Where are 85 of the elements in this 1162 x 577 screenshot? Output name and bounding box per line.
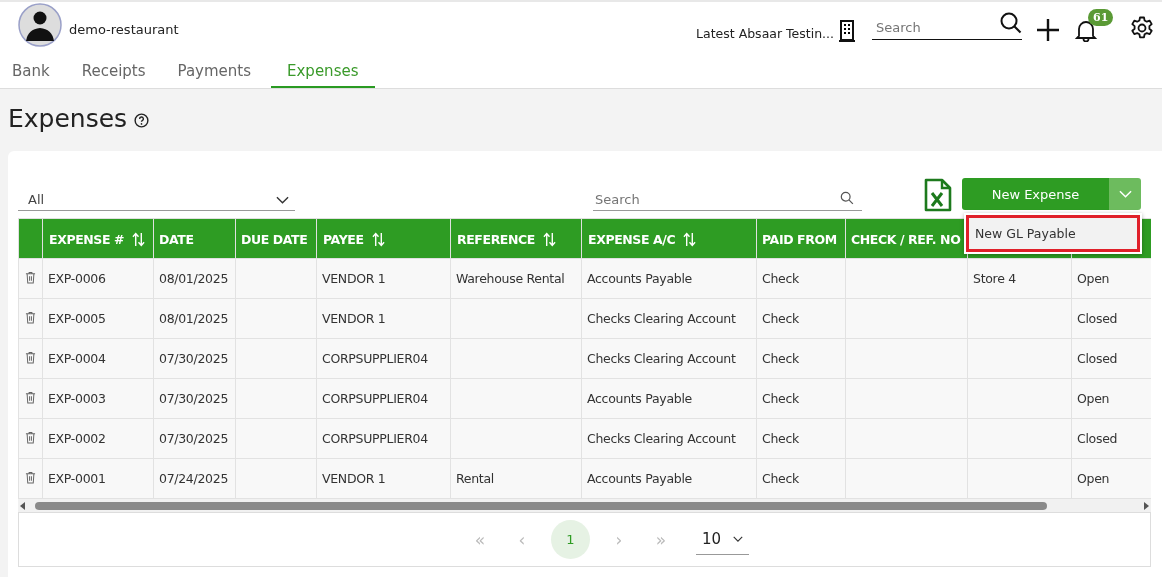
table-cell: Checks Clearing Account (587, 311, 736, 326)
sort-icon[interactable] (543, 231, 556, 247)
last-page-button[interactable]: » (647, 528, 675, 551)
building-icon[interactable] (838, 20, 856, 42)
search-field[interactable]: Search (872, 16, 1022, 40)
table-cell: Store 4 (973, 271, 1016, 286)
table-cell: VENDOR 1 (322, 471, 386, 486)
table-cell: 07/30/2025 (159, 431, 229, 446)
delete-icon[interactable] (25, 390, 36, 404)
table-cell: EXP-0001 (48, 471, 106, 486)
notification-badge: 61 (1088, 9, 1114, 26)
filter-dropdown[interactable]: All (18, 189, 295, 211)
next-page-button[interactable]: › (605, 528, 633, 551)
table-cell: 08/01/2025 (159, 311, 229, 326)
table-cell: Check (762, 311, 799, 326)
delete-icon[interactable] (25, 310, 36, 324)
column-header[interactable]: CHECK / REF. NO (845, 218, 968, 259)
tab[interactable]: Bank (0, 55, 62, 88)
table-cell: VENDOR 1 (322, 311, 386, 326)
column-header[interactable]: EXPENSE A/C (581, 218, 757, 259)
table-cell: Accounts Payable (587, 471, 692, 486)
location-name[interactable]: Latest Absaar Testin... (696, 26, 834, 41)
table-cell: 07/30/2025 (159, 351, 229, 366)
add-icon[interactable] (1036, 18, 1060, 42)
table-cell: Warehouse Rental (456, 271, 565, 286)
column-header[interactable]: PAID FROM (756, 218, 846, 259)
excel-export-icon[interactable] (924, 178, 952, 212)
table-cell: 08/01/2025 (159, 271, 229, 286)
table-cell: EXP-0004 (48, 351, 106, 366)
table-cell: Open (1077, 471, 1110, 486)
caret-icon (276, 195, 289, 204)
table-cell: 07/24/2025 (159, 471, 229, 486)
table-cell: Check (762, 431, 799, 446)
previous-page-button[interactable]: ‹ (508, 528, 536, 551)
table-cell: Checks Clearing Account (587, 351, 736, 366)
table-cell: Open (1077, 271, 1110, 286)
table-cell: Rental (456, 471, 494, 486)
table-cell: Checks Clearing Account (587, 431, 736, 446)
page-title: Expenses (8, 103, 128, 133)
table-cell: Accounts Payable (587, 271, 692, 286)
delete-icon[interactable] (25, 350, 36, 364)
table-cell: CORPSUPPLIER04 (322, 431, 428, 446)
avatar (18, 3, 62, 47)
company-name: demo-restaurant (69, 22, 179, 37)
table-cell: Check (762, 351, 799, 366)
sort-icon[interactable] (683, 231, 697, 247)
tab[interactable]: Payments (165, 55, 263, 88)
help-icon[interactable] (134, 112, 150, 128)
table-cell: EXP-0003 (48, 391, 106, 406)
table-cell: Check (762, 471, 799, 486)
table-cell: EXP-0005 (48, 311, 106, 326)
column-header[interactable]: DUE DATE (235, 218, 317, 259)
table-cell: Check (762, 271, 799, 286)
table-cell: CORPSUPPLIER04 (322, 351, 428, 366)
table-cell: Accounts Payable (587, 391, 692, 406)
sort-icon[interactable] (132, 231, 146, 247)
horizontal-scrollbar[interactable] (18, 499, 1151, 512)
page-size-dropdown[interactable]: 10 (696, 524, 749, 555)
caret-icon (733, 535, 743, 543)
table-cell: Closed (1077, 351, 1118, 366)
table-cell: 07/30/2025 (159, 391, 229, 406)
first-page-button[interactable]: « (466, 528, 494, 551)
new-expense-button[interactable]: New Expense (962, 178, 1109, 210)
sort-icon[interactable] (371, 231, 385, 247)
table-cell: Open (1077, 391, 1110, 406)
table-cell: EXP-0002 (48, 431, 106, 446)
delete-icon[interactable] (25, 430, 36, 444)
column-header[interactable]: REFERENCE (450, 218, 582, 259)
tab[interactable]: Expenses (271, 55, 375, 88)
column-header[interactable]: EXPENSE # (42, 218, 154, 259)
tab[interactable]: Receipts (69, 55, 158, 88)
delete-icon[interactable] (25, 470, 36, 484)
table-cell: Closed (1077, 431, 1118, 446)
table-cell: Closed (1077, 311, 1118, 326)
caret-icon (1118, 190, 1132, 198)
table-cell: EXP-0006 (48, 271, 106, 286)
table-cell: CORPSUPPLIER04 (322, 391, 428, 406)
settings-icon[interactable] (1130, 16, 1154, 40)
table-cell: Check (762, 391, 799, 406)
table-cell: VENDOR 1 (322, 271, 386, 286)
column-header[interactable]: DATE (153, 218, 236, 259)
page-button[interactable]: 1 (551, 520, 590, 559)
column-header[interactable]: PAYEE (316, 218, 451, 259)
delete-icon[interactable] (25, 270, 36, 284)
search-icon[interactable] (1000, 12, 1022, 34)
